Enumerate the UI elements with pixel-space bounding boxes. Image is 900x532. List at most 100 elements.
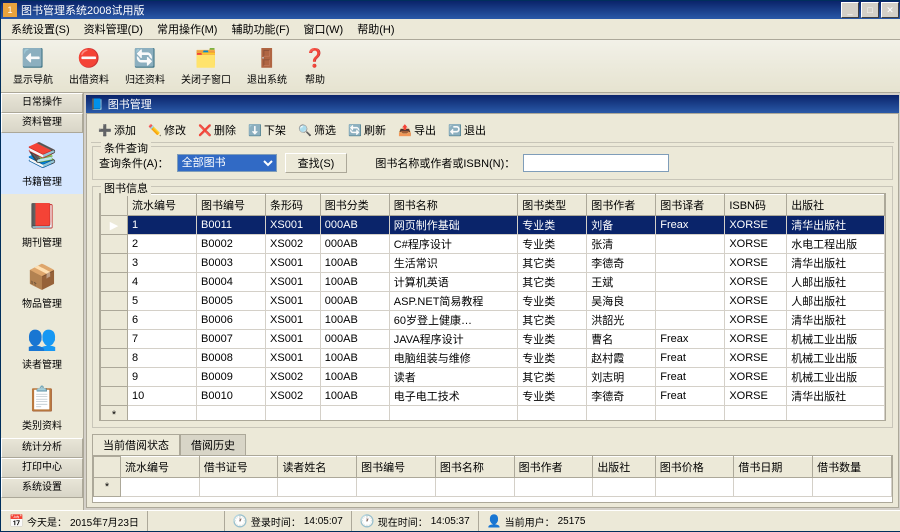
detail-tab[interactable]: 当前借阅状态 (92, 434, 180, 455)
column-header[interactable]: 图书名称 (435, 457, 514, 478)
sidebar-item[interactable]: 📚书籍管理 (1, 133, 83, 194)
loan-grid[interactable]: 流水编号借书证号读者姓名图书编号图书名称图书作者出版社图书价格借书日期借书数量* (93, 456, 892, 497)
child-toolbar: ➕添加✏️修改❌删除⬇️下架🔍筛选🔄刷新📤导出↩️退出 (91, 118, 894, 143)
column-header[interactable]: 出版社 (593, 457, 655, 478)
isbn-input[interactable] (523, 154, 669, 172)
child-toolbar-button[interactable]: ⬇️下架 (243, 120, 291, 140)
sidebar-header[interactable]: 资料管理 (1, 113, 83, 133)
child-toolbar-button[interactable]: 📤导出 (393, 120, 441, 140)
child-toolbar-button[interactable]: 🔄刷新 (343, 120, 391, 140)
close-button[interactable]: ✕ (881, 2, 899, 18)
toolbar-button[interactable]: 🚪退出系统 (241, 44, 293, 88)
table-row[interactable]: 10B0010XS002100AB电子电工技术专业类李德奇FreatXORSE清… (101, 387, 885, 406)
toolbar-button[interactable]: 🔄归还资料 (119, 44, 171, 88)
table-cell: 000AB (320, 330, 389, 349)
table-cell: XORSE (725, 273, 787, 292)
child-toolbar-label: 退出 (464, 122, 486, 138)
sidebar-item[interactable]: 📋类别资料 (1, 377, 83, 438)
table-cell: B0006 (197, 311, 266, 330)
sidebar-header[interactable]: 日常操作 (1, 93, 83, 113)
sidebar-item[interactable]: 👥读者管理 (1, 316, 83, 377)
sidebar-item[interactable]: 📦物品管理 (1, 255, 83, 316)
column-header[interactable]: 流水编号 (121, 457, 200, 478)
table-cell: B0009 (197, 368, 266, 387)
table-row[interactable]: 3B0003XS001100AB生活常识其它类李德奇XORSE清华出版社 (101, 254, 885, 273)
column-header[interactable]: 图书作者 (514, 457, 593, 478)
column-header[interactable]: 出版社 (787, 195, 885, 216)
table-cell: XS002 (266, 235, 321, 254)
toolbar-button[interactable]: ⛔出借资料 (63, 44, 115, 88)
table-cell: 李德奇 (587, 254, 656, 273)
maximize-button[interactable]: □ (861, 2, 879, 18)
child-toolbar-button[interactable]: ➕添加 (93, 120, 141, 140)
column-header[interactable]: 读者姓名 (278, 457, 357, 478)
column-header[interactable]: 借书证号 (199, 457, 278, 478)
table-cell: XORSE (725, 292, 787, 311)
child-toolbar-icon: ⬇️ (248, 123, 262, 137)
column-header[interactable]: 图书作者 (587, 195, 656, 216)
loan-grid-scroll[interactable]: 流水编号借书证号读者姓名图书编号图书名称图书作者出版社图书价格借书日期借书数量* (92, 455, 893, 503)
table-cell: XS001 (266, 292, 321, 311)
menu-item[interactable]: 辅助功能(F) (225, 19, 295, 39)
column-header[interactable]: 图书编号 (197, 195, 266, 216)
toolbar-label: 出借资料 (69, 71, 109, 86)
sidebar: 日常操作资料管理📚书籍管理📕期刊管理📦物品管理👥读者管理📋类别资料统计分析打印中… (1, 93, 84, 510)
table-cell: 100AB (320, 387, 389, 406)
column-header[interactable]: ISBN码 (725, 195, 787, 216)
minimize-button[interactable]: _ (841, 2, 859, 18)
menu-item[interactable]: 帮助(H) (351, 19, 400, 39)
child-toolbar-button[interactable]: ❌删除 (193, 120, 241, 140)
table-row[interactable]: 6B0006XS001100AB60岁登上健康…其它类洪韶光XORSE清华出版社 (101, 311, 885, 330)
column-header[interactable]: 流水编号 (128, 195, 197, 216)
table-row[interactable]: 7B0007XS001000ABJAVA程序设计专业类曹名FreaxXORSE机… (101, 330, 885, 349)
table-cell: Freat (656, 349, 725, 368)
clock-icon: 🕐 (360, 514, 375, 528)
detail-tab[interactable]: 借阅历史 (180, 434, 246, 455)
sidebar-item[interactable]: 📕期刊管理 (1, 194, 83, 255)
menu-item[interactable]: 常用操作(M) (151, 19, 224, 39)
menu-item[interactable]: 系统设置(S) (5, 19, 76, 39)
menu-item[interactable]: 窗口(W) (298, 19, 350, 39)
table-cell: XORSE (725, 349, 787, 368)
child-toolbar-label: 修改 (164, 122, 186, 138)
column-header[interactable]: 图书译者 (656, 195, 725, 216)
toolbar-button[interactable]: 🗂️关闭子窗口 (175, 44, 237, 88)
toolbar-button[interactable]: ⬅️显示导航 (7, 44, 59, 88)
column-header[interactable]: 图书编号 (357, 457, 436, 478)
table-cell: 3 (128, 254, 197, 273)
table-row[interactable]: 9B0009XS002100AB读者其它类刘志明FreatXORSE机械工业出版 (101, 368, 885, 387)
column-header[interactable]: 借书数量 (813, 457, 892, 478)
query-combo[interactable]: 全部图书 (177, 154, 277, 172)
book-grid[interactable]: 流水编号图书编号条形码图书分类图书名称图书类型图书作者图书译者ISBN码出版社▶… (100, 194, 885, 421)
table-cell: 10 (128, 387, 197, 406)
column-header[interactable]: 图书分类 (320, 195, 389, 216)
menu-item[interactable]: 资料管理(D) (78, 19, 149, 39)
info-fieldset: 图书信息 流水编号图书编号条形码图书分类图书名称图书类型图书作者图书译者ISBN… (92, 186, 893, 428)
table-cell: 8 (128, 349, 197, 368)
book-grid-scroll[interactable]: 流水编号图书编号条形码图书分类图书名称图书类型图书作者图书译者ISBN码出版社▶… (99, 193, 886, 421)
table-row[interactable]: ▶1B0011XS001000AB网页制作基础专业类刘备FreaxXORSE清华… (101, 216, 885, 235)
sidebar-header[interactable]: 打印中心 (1, 458, 83, 478)
detail-tabs: 当前借阅状态借阅历史 (92, 434, 893, 455)
column-header[interactable]: 借书日期 (734, 457, 813, 478)
child-toolbar-button[interactable]: 🔍筛选 (293, 120, 341, 140)
query-legend: 条件查询 (101, 140, 151, 156)
column-header[interactable]: 条形码 (266, 195, 321, 216)
query-label: 查询条件(A)： (99, 155, 169, 171)
child-toolbar-button[interactable]: ✏️修改 (143, 120, 191, 140)
table-row[interactable]: 5B0005XS001000ABASP.NET简易教程专业类吴海良XORSE人邮… (101, 292, 885, 311)
child-body: ➕添加✏️修改❌删除⬇️下架🔍筛选🔄刷新📤导出↩️退出 条件查询 查询条件(A)… (86, 113, 899, 508)
toolbar-button[interactable]: ❓帮助 (297, 44, 333, 88)
column-header[interactable]: 图书名称 (389, 195, 517, 216)
search-button[interactable]: 查找(S) (285, 153, 348, 173)
column-header[interactable]: 图书类型 (518, 195, 587, 216)
column-header[interactable]: 图书价格 (655, 457, 734, 478)
sidebar-header[interactable]: 系统设置 (1, 478, 83, 498)
statusbar: 📅今天是：2015年7月23日 🕐登录时间：14:05:07 🕐现在时间：14:… (1, 510, 900, 531)
child-toolbar-button[interactable]: ↩️退出 (443, 120, 491, 140)
child-toolbar-icon: ✏️ (148, 123, 162, 137)
table-row[interactable]: 8B0008XS001100AB电脑组装与维修专业类赵村霞FreatXORSE机… (101, 349, 885, 368)
table-row[interactable]: 2B0002XS002000ABC#程序设计专业类张清XORSE水电工程出版 (101, 235, 885, 254)
table-row[interactable]: 4B0004XS001100AB计算机英语其它类王斌XORSE人邮出版社 (101, 273, 885, 292)
sidebar-header[interactable]: 统计分析 (1, 438, 83, 458)
